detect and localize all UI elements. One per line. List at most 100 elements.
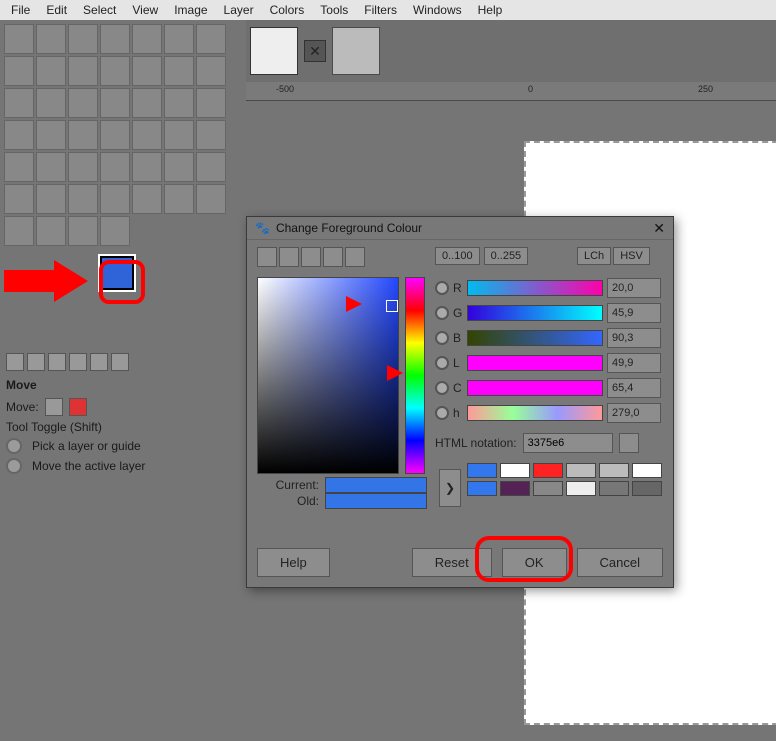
model-lch-button[interactable]: LCh <box>577 247 611 265</box>
menu-help[interactable]: Help <box>471 1 510 19</box>
tool-button[interactable] <box>132 152 162 182</box>
tool-button[interactable] <box>132 24 162 54</box>
tool-button[interactable] <box>196 184 226 214</box>
value-B[interactable]: 90,3 <box>607 328 661 348</box>
help-button[interactable]: Help <box>257 548 330 577</box>
tool-button[interactable] <box>100 24 130 54</box>
tool-button[interactable] <box>4 24 34 54</box>
radio-pick-layer[interactable] <box>6 438 22 454</box>
tool-button[interactable] <box>196 24 226 54</box>
color-swatch[interactable] <box>533 481 563 496</box>
color-swatch[interactable] <box>599 481 629 496</box>
menu-image[interactable]: Image <box>167 1 214 19</box>
radio-B[interactable] <box>435 331 449 345</box>
slider-B[interactable] <box>467 330 603 346</box>
color-swatch[interactable] <box>599 463 629 478</box>
tool-button[interactable] <box>196 88 226 118</box>
tool-button[interactable] <box>164 152 194 182</box>
tool-button[interactable] <box>36 216 66 246</box>
tool-button[interactable] <box>68 88 98 118</box>
picker-tab[interactable] <box>279 247 299 267</box>
tool-button[interactable] <box>132 120 162 150</box>
tool-button[interactable] <box>100 120 130 150</box>
menu-file[interactable]: File <box>4 1 37 19</box>
tool-button[interactable] <box>132 88 162 118</box>
picker-tab[interactable] <box>345 247 365 267</box>
tool-button[interactable] <box>100 152 130 182</box>
tool-button[interactable] <box>4 184 34 214</box>
menu-select[interactable]: Select <box>76 1 123 19</box>
radio-G[interactable] <box>435 306 449 320</box>
tool-button[interactable] <box>196 120 226 150</box>
image-tab[interactable] <box>250 27 298 75</box>
tool-button[interactable] <box>4 120 34 150</box>
radio-L[interactable] <box>435 356 449 370</box>
slider-h[interactable] <box>467 405 603 421</box>
slider-C[interactable] <box>467 380 603 396</box>
tool-button[interactable] <box>132 184 162 214</box>
tool-button[interactable] <box>164 24 194 54</box>
tool-button[interactable] <box>164 56 194 86</box>
tool-button[interactable] <box>36 152 66 182</box>
slider-R[interactable] <box>467 280 603 296</box>
tool-button[interactable] <box>100 56 130 86</box>
close-icon[interactable]: ✕ <box>653 220 665 237</box>
menu-layer[interactable]: Layer <box>217 1 261 19</box>
slider-G[interactable] <box>467 305 603 321</box>
tool-button[interactable] <box>68 24 98 54</box>
tool-button[interactable] <box>196 56 226 86</box>
picker-tab[interactable] <box>257 247 277 267</box>
tool-button[interactable] <box>100 184 130 214</box>
radio-R[interactable] <box>435 281 449 295</box>
value-L[interactable]: 49,9 <box>607 353 661 373</box>
value-R[interactable]: 20,0 <box>607 278 661 298</box>
value-C[interactable]: 65,4 <box>607 378 661 398</box>
tool-button[interactable] <box>68 216 98 246</box>
tool-button[interactable] <box>164 120 194 150</box>
tool-button[interactable] <box>132 56 162 86</box>
color-swatch[interactable] <box>566 463 596 478</box>
menu-filters[interactable]: Filters <box>357 1 404 19</box>
tool-button[interactable] <box>4 152 34 182</box>
tool-button[interactable] <box>100 216 130 246</box>
tool-button[interactable] <box>68 56 98 86</box>
menu-view[interactable]: View <box>125 1 165 19</box>
tool-button[interactable] <box>68 184 98 214</box>
value-G[interactable]: 45,9 <box>607 303 661 323</box>
range-0-255-button[interactable]: 0..255 <box>484 247 529 265</box>
tool-button[interactable] <box>4 216 34 246</box>
color-swatch[interactable] <box>500 463 530 478</box>
color-swatch[interactable] <box>467 481 497 496</box>
tool-button[interactable] <box>36 88 66 118</box>
color-swatch[interactable] <box>500 481 530 496</box>
menu-edit[interactable]: Edit <box>39 1 74 19</box>
tool-button[interactable] <box>36 120 66 150</box>
tool-button[interactable] <box>196 152 226 182</box>
move-target-icon[interactable] <box>69 398 87 416</box>
menu-tools[interactable]: Tools <box>313 1 355 19</box>
color-field[interactable] <box>257 277 399 474</box>
eyedropper-icon[interactable] <box>619 433 639 453</box>
tool-button[interactable] <box>36 24 66 54</box>
palette-expand-button[interactable]: ❯ <box>439 469 461 507</box>
option-icon[interactable] <box>48 353 66 371</box>
option-icon[interactable] <box>111 353 129 371</box>
slider-L[interactable] <box>467 355 603 371</box>
image-tab[interactable] <box>332 27 380 75</box>
tool-button[interactable] <box>100 88 130 118</box>
color-swatch[interactable] <box>467 463 497 478</box>
tool-button[interactable] <box>68 120 98 150</box>
picker-tab[interactable] <box>323 247 343 267</box>
tool-button[interactable] <box>68 152 98 182</box>
cancel-button[interactable]: Cancel <box>577 548 663 577</box>
value-h[interactable]: 279,0 <box>607 403 661 423</box>
radio-h[interactable] <box>435 406 449 420</box>
tool-button[interactable] <box>4 88 34 118</box>
color-swatch[interactable] <box>533 463 563 478</box>
tool-button[interactable] <box>164 184 194 214</box>
option-icon[interactable] <box>69 353 87 371</box>
option-icon[interactable] <box>90 353 108 371</box>
range-0-100-button[interactable]: 0..100 <box>435 247 480 265</box>
tool-button[interactable] <box>4 56 34 86</box>
color-swatch[interactable] <box>632 463 662 478</box>
